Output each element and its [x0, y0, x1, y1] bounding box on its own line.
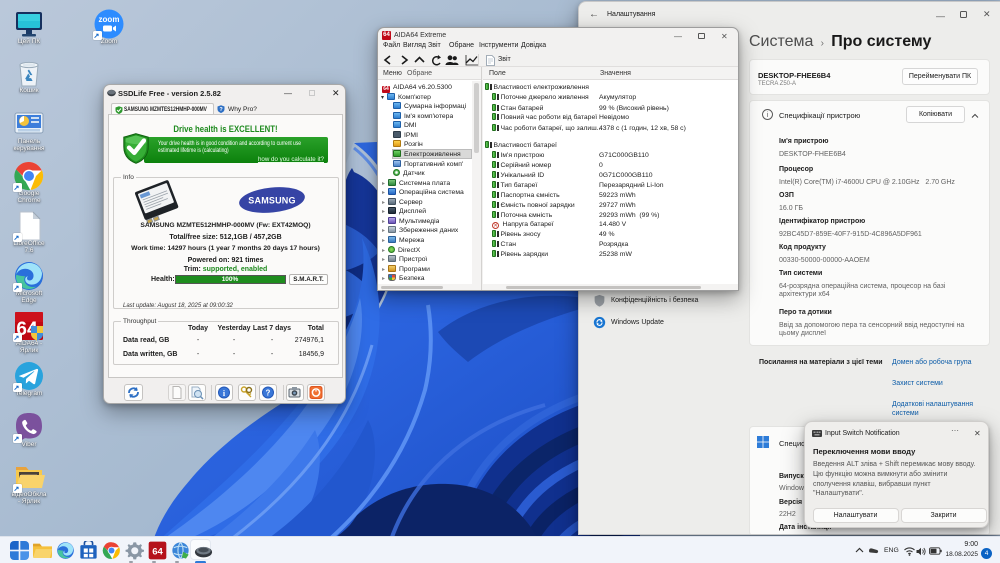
svg-text:?: ?	[266, 389, 271, 398]
svg-text:SAMSUNG: SAMSUNG	[248, 196, 295, 206]
svg-text:zoom: zoom	[99, 15, 120, 24]
svg-text:64: 64	[152, 547, 163, 558]
